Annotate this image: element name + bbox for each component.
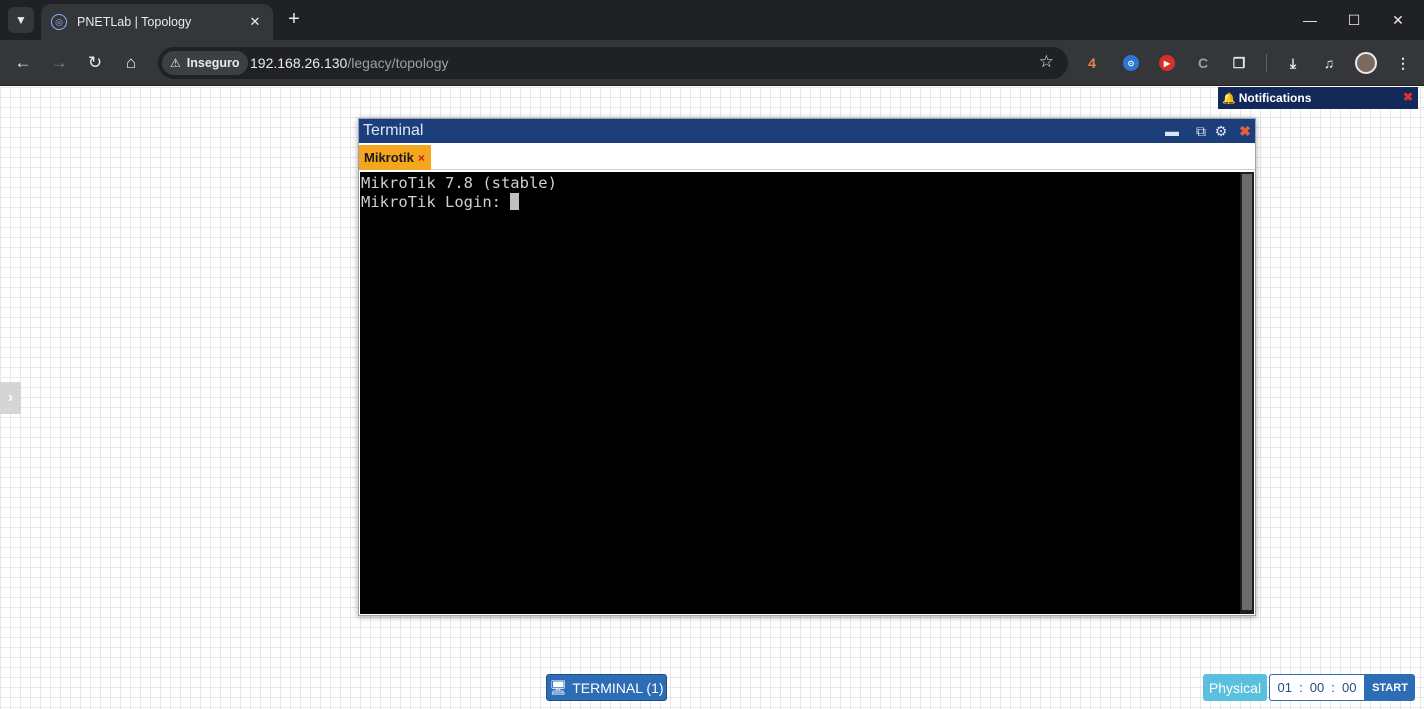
notifications-close-icon[interactable]: ✖	[1403, 90, 1413, 104]
url-path: /legacy/topology	[347, 55, 449, 71]
back-arrow-icon[interactable]: ←	[11, 51, 35, 75]
monitor-icon: 🖥	[549, 679, 568, 695]
timer-input[interactable]: 01 : 00 : 00	[1269, 674, 1365, 701]
reload-icon[interactable]: ↻	[83, 51, 107, 75]
window-maximize-button[interactable]: ☐	[1342, 8, 1366, 32]
forward-arrow-icon[interactable]: →	[47, 51, 71, 75]
toolbar-separator	[1266, 54, 1267, 72]
terminal-tab-close-icon[interactable]: ×	[418, 151, 425, 165]
new-tab-button[interactable]: +	[283, 9, 305, 31]
media-control-icon[interactable]: ♫	[1317, 51, 1341, 75]
pnetlab-favicon-icon: ◎	[51, 14, 67, 30]
extension-c-icon[interactable]: C	[1191, 51, 1215, 75]
terminal-close-icon[interactable]: ✖	[1236, 121, 1254, 141]
notifications-title: Notifications	[1238, 91, 1312, 105]
terminal-window: Terminal ▬ ⧉ ⚙ ✖ Mikrotik × MikroTik 7.8…	[358, 118, 1256, 616]
terminal-minimize-icon[interactable]: ▬	[1163, 121, 1181, 141]
timer-hours[interactable]: 01	[1278, 680, 1292, 695]
tab-close-icon[interactable]: ✕	[247, 14, 263, 30]
url-host: 192.168.26.130	[250, 55, 348, 71]
timer-seconds[interactable]: 00	[1342, 680, 1356, 695]
security-label: Inseguro	[186, 56, 240, 70]
timer-separator: :	[1331, 680, 1335, 695]
timer-separator: :	[1299, 680, 1303, 695]
tab-title: PNETLab | Topology	[77, 15, 192, 29]
tab-search-chevron-icon[interactable]: ▼	[8, 7, 34, 33]
console-prompt-line: MikroTik Login:	[361, 193, 1240, 212]
extension-red-icon[interactable]: ▶	[1155, 51, 1179, 75]
profile-avatar[interactable]	[1355, 52, 1377, 74]
terminal-console[interactable]: MikroTik 7.8 (stable) MikroTik Login:	[360, 172, 1240, 614]
terminal-tab-mikrotik[interactable]: Mikrotik ×	[359, 145, 431, 170]
terminal-toggle-button[interactable]: 🖥 TERMINAL (1)	[546, 674, 667, 701]
terminal-restore-icon[interactable]: ⧉	[1192, 121, 1210, 141]
topology-canvas[interactable]: › 🔔 Notifications ✖ Terminal ▬ ⧉ ⚙ ✖ Mik…	[0, 87, 1424, 709]
start-button[interactable]: START	[1365, 674, 1415, 701]
more-menu-icon[interactable]: ⋮	[1391, 51, 1415, 75]
timer-minutes[interactable]: 00	[1310, 680, 1324, 695]
extensions-puzzle-icon[interactable]: ❐	[1227, 51, 1251, 75]
console-prompt: MikroTik Login:	[361, 193, 511, 211]
terminal-titlebar[interactable]: Terminal ▬ ⧉ ⚙ ✖	[359, 119, 1255, 143]
terminal-settings-gear-icon[interactable]: ⚙	[1212, 121, 1230, 141]
terminal-tab-label: Mikrotik	[364, 150, 414, 165]
extension-badge-number[interactable]: 4	[1080, 51, 1104, 75]
security-chip[interactable]: ⚠ Inseguro	[162, 51, 248, 75]
sidebar-expand-chevron-icon[interactable]: ›	[0, 382, 21, 414]
browser-tab-active[interactable]: ◎ PNETLab | Topology ✕	[41, 4, 273, 40]
physical-button[interactable]: Physical	[1203, 674, 1267, 701]
window-close-button[interactable]: ✕	[1386, 8, 1410, 32]
home-icon[interactable]: ⌂	[119, 51, 143, 75]
notifications-panel: 🔔 Notifications ✖	[1218, 87, 1418, 109]
terminal-scrollbar[interactable]	[1240, 172, 1254, 614]
terminal-title: Terminal	[363, 122, 424, 139]
console-line: MikroTik 7.8 (stable)	[361, 174, 557, 192]
terminal-tabbar: Mikrotik ×	[359, 143, 1255, 170]
download-icon[interactable]: ⤓	[1281, 51, 1305, 75]
terminal-scrollbar-thumb[interactable]	[1242, 174, 1252, 610]
bell-icon: 🔔	[1222, 92, 1236, 105]
warning-triangle-icon: ⚠	[170, 56, 181, 70]
terminal-button-label: TERMINAL (1)	[572, 679, 664, 696]
window-minimize-button[interactable]: —	[1298, 8, 1322, 32]
browser-toolbar: ← → ↻ ⌂ ⚠ Inseguro 192.168.26.130/legacy…	[0, 40, 1424, 86]
browser-tabstrip: ▼ ◎ PNETLab | Topology ✕ + — ☐ ✕	[0, 0, 1424, 40]
text-cursor	[510, 193, 520, 210]
extension-blue-icon[interactable]: ⊙	[1119, 51, 1143, 75]
address-bar[interactable]: ⚠ Inseguro 192.168.26.130/legacy/topolog…	[158, 47, 1068, 79]
url-text[interactable]: 192.168.26.130/legacy/topology	[250, 55, 449, 71]
bookmark-star-icon[interactable]: ☆	[1039, 52, 1054, 72]
